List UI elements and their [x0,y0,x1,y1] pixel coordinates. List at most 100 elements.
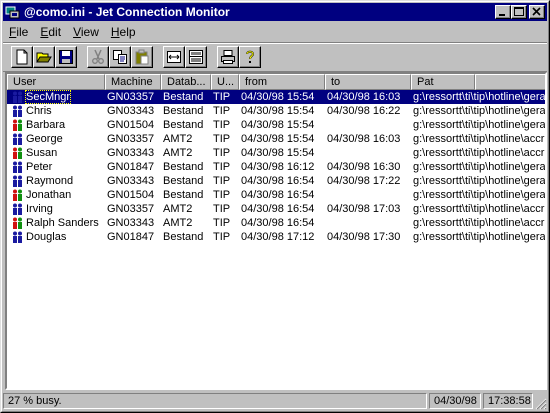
paste-button[interactable] [131,46,153,68]
table-row[interactable]: George GN03357 AMT2 TIP 04/30/98 15:54 04/30/… [7,132,545,146]
cell-path: g:\ressortt\ti\tip\hotline\gera [413,231,546,243]
cell-path: g:\ressortt\ti\tip\hotline\gera [413,175,546,187]
close-button[interactable] [529,5,545,19]
cell-from: 04/30/98 16:54 [241,203,315,215]
cut-button[interactable] [87,46,109,68]
cell-database: Bestand [163,105,204,117]
user-name: George [26,133,63,145]
user-name: Raymond [26,175,74,187]
cell-to: 04/30/98 17:03 [327,203,401,215]
column-header-filler [475,74,545,90]
menu-help-accel: H [110,24,120,39]
list-header: User Machine Datab... U... from to Pat [7,74,545,90]
cell-database: Bestand [163,161,204,173]
users-blue-icon [13,105,22,117]
cell-path: g:\ressortt\ti\tip\hotline\accr [413,133,545,145]
table-row[interactable]: Irving GN03357 AMT2 TIP 04/30/98 16:54 04/30/… [7,202,545,216]
users-blue-icon [13,133,22,145]
cell-to: 04/30/98 16:22 [327,105,401,117]
menu-edit[interactable]: Edit [34,25,67,39]
menu-file[interactable]: File [3,25,34,39]
column-header-database[interactable]: Datab... [161,74,211,90]
cell-database: Bestand [161,90,211,104]
cell-from: 04/30/98 15:54 [239,90,325,104]
table-row[interactable]: Chris GN03343 Bestand TIP 04/30/98 15:54 04/3… [7,104,545,118]
users-blue-icon [13,203,22,215]
column-header-u[interactable]: U... [211,74,239,90]
cell-database: AMT2 [163,147,193,159]
column-header-path[interactable]: Pat [411,74,475,90]
cell-to: 04/30/98 17:30 [327,231,401,243]
status-date: 04/30/98 [429,393,481,409]
cell-from: 04/30/98 16:54 [241,175,315,187]
cell-from: 04/30/98 15:54 [241,147,315,159]
new-button[interactable] [11,46,33,68]
window-title: @como.ini - Jet Connection Monitor [24,5,230,19]
column-header-user[interactable]: User [7,74,105,90]
cell-u: TIP [213,133,231,145]
user-name: Peter [26,161,53,173]
copy-button[interactable] [109,46,131,68]
table-row[interactable]: Barbara GN01504 Bestand TIP 04/30/98 15:54 g:… [7,118,545,132]
column-header-to[interactable]: to [325,74,411,90]
open-button[interactable] [33,46,55,68]
print-icon [221,50,235,64]
close-icon [532,7,541,16]
app-icon[interactable] [5,4,21,20]
cell-to [325,118,411,132]
status-busy: 27 % busy. [3,393,427,409]
cut-icon [92,49,104,64]
help-button[interactable] [239,46,261,68]
menu-help[interactable]: Help [105,25,142,39]
resize-grip-icon[interactable] [535,398,547,410]
cell-machine: GN03343 [107,147,155,159]
cell-to: 04/30/98 16:03 [325,90,411,104]
column-header-machine[interactable]: Machine [105,74,161,90]
main-window: @como.ini - Jet Connection Monitor File … [0,0,550,413]
cell-machine: GN03357 [105,90,161,104]
print-button[interactable] [217,46,239,68]
maximize-button[interactable] [511,5,527,19]
menu-bar: File Edit View Help [3,22,547,41]
cell-user: George [7,132,105,146]
cell-to: 04/30/98 16:30 [327,161,401,173]
table-row[interactable]: Douglas GN01847 Bestand TIP 04/30/98 17:12 04… [7,230,546,244]
cell-u: TIP [213,175,231,187]
minimize-button[interactable] [495,5,511,19]
split-view-icon [189,50,203,64]
cell-from: 04/30/98 15:54 [241,105,315,117]
split-view-button[interactable] [185,46,207,68]
cell-from: 04/30/98 17:12 [241,231,315,243]
user-name: Douglas [26,231,67,243]
cell-u: TIP [213,147,231,159]
menu-file-rest: ile [16,24,29,39]
cell-database: AMT2 [163,203,193,215]
cell-machine: GN01847 [107,161,155,173]
fit-width-button[interactable] [163,46,185,68]
cell-to [325,188,411,202]
cell-machine: GN03343 [107,175,155,187]
user-name: Irving [26,203,53,215]
cell-path: g:\ressortt\ti\tip\hotline\accr [413,217,545,229]
menu-edit-rest: dit [48,24,62,39]
title-bar[interactable]: @como.ini - Jet Connection Monitor [3,3,547,21]
table-row[interactable]: Jonathan GN01504 Bestand TIP 04/30/98 16:54 g… [7,188,546,202]
menu-view-rest: iew [80,24,99,39]
table-row[interactable]: Raymond GN03343 Bestand TIP 04/30/98 16:54 04… [7,174,546,188]
connection-list[interactable]: User Machine Datab... U... from to Pat S… [5,72,547,390]
table-row[interactable]: Susan GN03343 AMT2 TIP 04/30/98 15:54 g:\ress… [7,146,545,160]
cell-user: Jonathan [7,188,105,202]
save-button[interactable] [55,46,77,68]
cell-to: 04/30/98 17:22 [327,175,401,187]
table-row[interactable]: SecMngr GN03357 Bestand TIP 04/30/98 15:54 04… [7,90,545,104]
menu-view[interactable]: View [67,25,105,39]
open-folder-icon [36,52,52,63]
list-rows: SecMngr GN03357 Bestand TIP 04/30/98 15:54 04… [7,90,546,244]
cell-path: g:\ressortt\ti\tip\hotline\gera [413,189,546,201]
table-row[interactable]: Ralph Sanders GN03343 AMT2 TIP 04/30/98 16:5… [7,216,545,230]
table-row[interactable]: Peter GN01847 Bestand TIP 04/30/98 16:12 04/3… [7,160,545,174]
status-bar: 27 % busy. 04/30/98 17:38:58 [3,392,547,410]
maximize-icon [514,7,524,16]
column-header-from[interactable]: from [239,74,325,90]
user-name: SecMngr [24,90,72,104]
